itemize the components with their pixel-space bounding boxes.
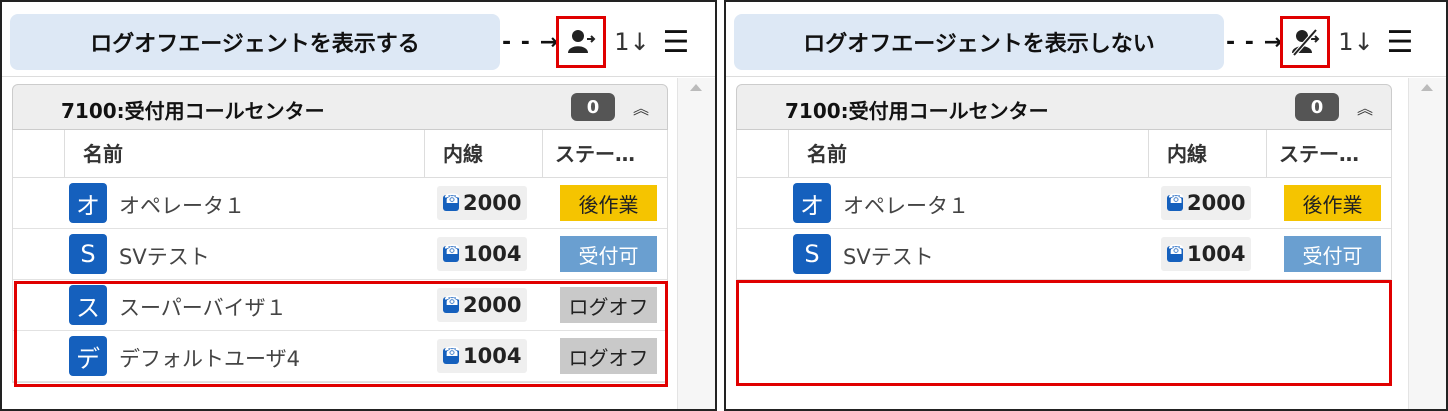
phone-icon [1167, 243, 1184, 262]
sort-button[interactable]: 1↓ [1338, 24, 1374, 60]
phone-icon [1167, 192, 1184, 211]
group-count-badge: 0 [571, 93, 615, 121]
menu-button[interactable]: ☰ [658, 24, 694, 60]
header-status[interactable]: ステー… [1267, 130, 1391, 177]
header-name[interactable]: 名前 [65, 130, 425, 177]
toolbar: ログオフエージェントを表示しない - - → 1↓ ☰ [734, 14, 1434, 72]
extension-cell[interactable]: 1004 [1161, 237, 1251, 271]
arrow: - - → [502, 30, 560, 55]
table-header: 名前 内線 ステー… [13, 130, 667, 178]
agent-name: オペレータ１ [843, 194, 969, 218]
extension-cell[interactable]: 2000 [1161, 186, 1251, 220]
avatar: S [69, 234, 107, 274]
group-count-badge: 0 [1295, 93, 1339, 121]
phone-icon [443, 243, 460, 262]
table-row[interactable]: S SVテスト 1004 受付可 [13, 229, 667, 280]
menu-button[interactable]: ☰ [1382, 24, 1418, 60]
header-extension[interactable]: 内線 [425, 130, 543, 177]
scrollbar[interactable] [1408, 78, 1446, 409]
highlight-box-empty [736, 280, 1392, 386]
group-header[interactable]: 7100:受付用コールセンター 0 ︽ [736, 84, 1392, 130]
status-badge: 受付可 [1284, 236, 1381, 272]
table-row[interactable]: オオペレータ１ 2000 後作業 [13, 178, 667, 229]
collapse-icon[interactable]: ︽ [633, 95, 649, 119]
status-badge: 後作業 [1284, 185, 1381, 221]
extension-number: 2000 [1187, 191, 1246, 215]
sort-icon: 1↓ [1338, 28, 1374, 56]
divider [2, 76, 715, 77]
divider [726, 76, 1446, 77]
sort-button[interactable]: 1↓ [614, 24, 650, 60]
extension-number: 1004 [1187, 242, 1246, 266]
hamburger-menu-icon: ☰ [1386, 24, 1414, 60]
group-name: 7100:受付用コールセンター [61, 99, 325, 123]
hide-logoff-agents-icon [1292, 28, 1320, 57]
group-header[interactable]: 7100:受付用コールセンター 0 ︽ [12, 84, 668, 130]
scrollbar[interactable] [677, 78, 715, 409]
header-name[interactable]: 名前 [789, 130, 1149, 177]
arrow: - - → [1226, 30, 1284, 55]
group-name: 7100:受付用コールセンター [785, 99, 1049, 123]
avatar: S [793, 234, 831, 274]
header-status[interactable]: ステー… [543, 130, 667, 177]
agent-name: SVテスト [119, 245, 210, 269]
extension-cell[interactable]: 1004 [437, 237, 527, 271]
header-extension[interactable]: 内線 [1149, 130, 1267, 177]
status-badge: 受付可 [560, 236, 657, 272]
callout-label: ログオフエージェントを表示しない [734, 14, 1224, 70]
phone-icon [443, 192, 460, 211]
status-badge: 後作業 [560, 185, 657, 221]
table-row[interactable]: オオペレータ１ 2000 後作業 [737, 178, 1391, 229]
extension-number: 1004 [463, 242, 522, 266]
show-logoff-agents-icon [568, 30, 596, 53]
agent-name: オペレータ１ [119, 194, 245, 218]
table-row[interactable]: S SVテスト 1004 受付可 [737, 229, 1391, 280]
show-logoff-agents-toggle[interactable] [556, 16, 606, 68]
table-header: 名前 内線 ステー… [737, 130, 1391, 178]
scroll-up-icon[interactable] [690, 84, 702, 91]
hide-logoff-agents-toggle[interactable] [1280, 16, 1330, 68]
scroll-up-icon[interactable] [1421, 84, 1433, 91]
extension-number: 2000 [463, 191, 522, 215]
table-body: オオペレータ１ 2000 後作業 S SVテスト 1004 受付可 [737, 178, 1391, 280]
collapse-icon[interactable]: ︽ [1357, 95, 1373, 119]
left-panel: ログオフエージェントを表示する - - → 1↓ ☰ 7100:受付用コールセン… [0, 0, 717, 411]
highlight-box [14, 281, 668, 387]
toolbar: ログオフエージェントを表示する - - → 1↓ ☰ [10, 14, 710, 72]
callout-label: ログオフエージェントを表示する [10, 14, 500, 70]
sort-icon: 1↓ [614, 28, 650, 56]
hamburger-menu-icon: ☰ [662, 24, 690, 60]
avatar: オ [69, 183, 107, 223]
right-panel: ログオフエージェントを表示しない - - → 1↓ ☰ 7100:受付用コールセ… [724, 0, 1448, 411]
avatar: オ [793, 183, 831, 223]
extension-cell[interactable]: 2000 [437, 186, 527, 220]
agent-name: SVテスト [843, 245, 934, 269]
agent-table: 名前 内線 ステー… オオペレータ１ 2000 後作業 S SVテスト 1004 受付可 [736, 130, 1392, 281]
